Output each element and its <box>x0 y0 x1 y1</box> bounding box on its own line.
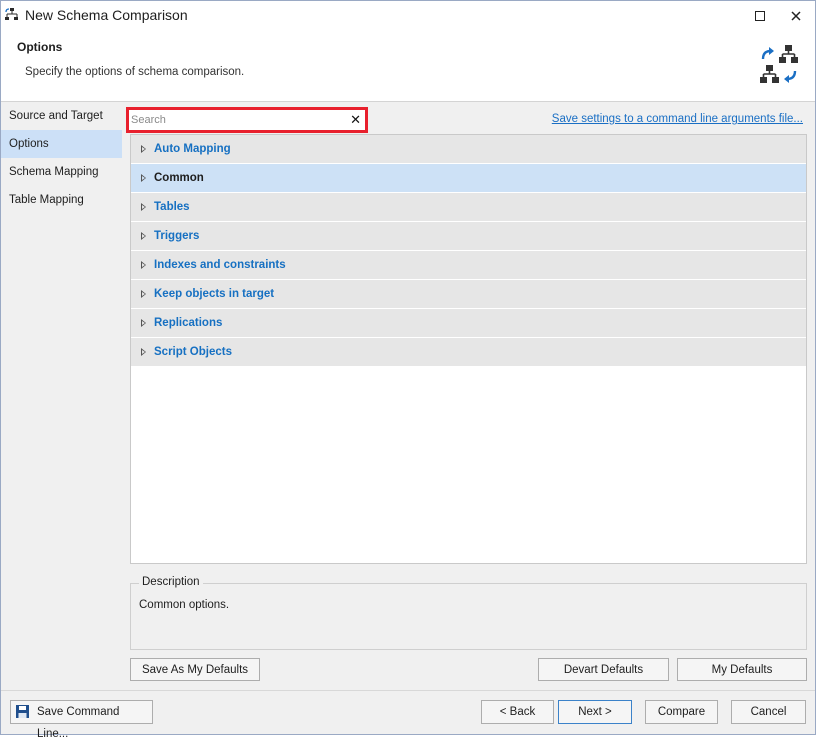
sidebar-item-source-and-target[interactable]: Source and Target <box>1 102 122 130</box>
dialog-window: New Schema Comparison Options Specify th… <box>0 0 816 740</box>
schema-sync-icon <box>760 45 798 83</box>
expand-arrow-icon[interactable] <box>141 174 146 182</box>
option-group-keep-objects-in-target[interactable]: Keep objects in target <box>131 280 806 309</box>
option-group-label: Indexes and constraints <box>154 259 286 271</box>
footer-divider <box>1 690 815 691</box>
options-list: Auto Mapping Common Tables Triggers Inde… <box>130 134 807 564</box>
save-settings-link[interactable]: Save settings to a command line argument… <box>552 113 803 125</box>
option-group-label: Triggers <box>154 230 200 242</box>
page-subtitle: Specify the options of schema comparison… <box>25 66 245 78</box>
expand-arrow-icon[interactable] <box>141 203 146 211</box>
expand-arrow-icon[interactable] <box>141 348 146 356</box>
sidebar-item-table-mapping[interactable]: Table Mapping <box>1 186 122 214</box>
option-group-common[interactable]: Common <box>131 164 806 193</box>
next-button[interactable]: Next > <box>558 700 632 724</box>
option-group-indexes-and-constraints[interactable]: Indexes and constraints <box>131 251 806 280</box>
expand-arrow-icon[interactable] <box>141 290 146 298</box>
option-group-label: Common <box>154 172 204 184</box>
save-as-my-defaults-button[interactable]: Save As My Defaults <box>130 658 260 681</box>
search-input[interactable] <box>131 112 341 128</box>
expand-arrow-icon[interactable] <box>141 232 146 240</box>
option-group-label: Auto Mapping <box>154 143 231 155</box>
back-button[interactable]: < Back <box>481 700 554 724</box>
option-group-auto-mapping[interactable]: Auto Mapping <box>131 135 806 164</box>
option-group-label: Tables <box>154 201 190 213</box>
close-button[interactable] <box>782 5 810 27</box>
options-page: ✕ Save settings to a command line argume… <box>122 102 815 690</box>
option-group-script-objects[interactable]: Script Objects <box>131 338 806 367</box>
page-title: Options <box>17 40 63 54</box>
cancel-button[interactable]: Cancel <box>731 700 806 724</box>
description-text: Common options. <box>139 599 230 611</box>
schema-compare-icon <box>5 8 18 20</box>
save-command-line-label: Save Command Line... <box>37 706 120 740</box>
close-icon[interactable]: ✕ <box>350 111 361 128</box>
option-group-tables[interactable]: Tables <box>131 193 806 222</box>
wizard-header: Options Specify the options of schema co… <box>1 31 815 102</box>
compare-button[interactable]: Compare <box>645 700 718 724</box>
search-box: ✕ <box>126 107 368 133</box>
devart-defaults-button[interactable]: Devart Defaults <box>538 658 669 681</box>
sidebar-item-schema-mapping[interactable]: Schema Mapping <box>1 158 122 186</box>
option-group-label: Replications <box>154 317 223 329</box>
option-group-triggers[interactable]: Triggers <box>131 222 806 251</box>
floppy-disk-icon <box>16 705 29 718</box>
description-group: Description Common options. <box>130 576 807 650</box>
maximize-icon <box>755 11 765 21</box>
option-group-label: Keep objects in target <box>154 288 275 300</box>
title-bar: New Schema Comparison <box>1 1 815 31</box>
close-icon <box>791 11 801 21</box>
my-defaults-button[interactable]: My Defaults <box>677 658 807 681</box>
option-group-label: Script Objects <box>154 346 232 358</box>
save-command-line-button[interactable]: Save Command Line... <box>10 700 153 740</box>
expand-arrow-icon[interactable] <box>141 319 146 327</box>
expand-arrow-icon[interactable] <box>141 145 146 153</box>
wizard-steps-sidebar: Source and Target Options Schema Mapping… <box>1 102 122 690</box>
description-legend: Description <box>139 576 203 588</box>
expand-arrow-icon[interactable] <box>141 261 146 269</box>
option-group-replications[interactable]: Replications <box>131 309 806 338</box>
maximize-button[interactable] <box>746 5 774 27</box>
window-title: New Schema Comparison <box>25 7 188 23</box>
sidebar-item-options[interactable]: Options <box>1 130 122 158</box>
